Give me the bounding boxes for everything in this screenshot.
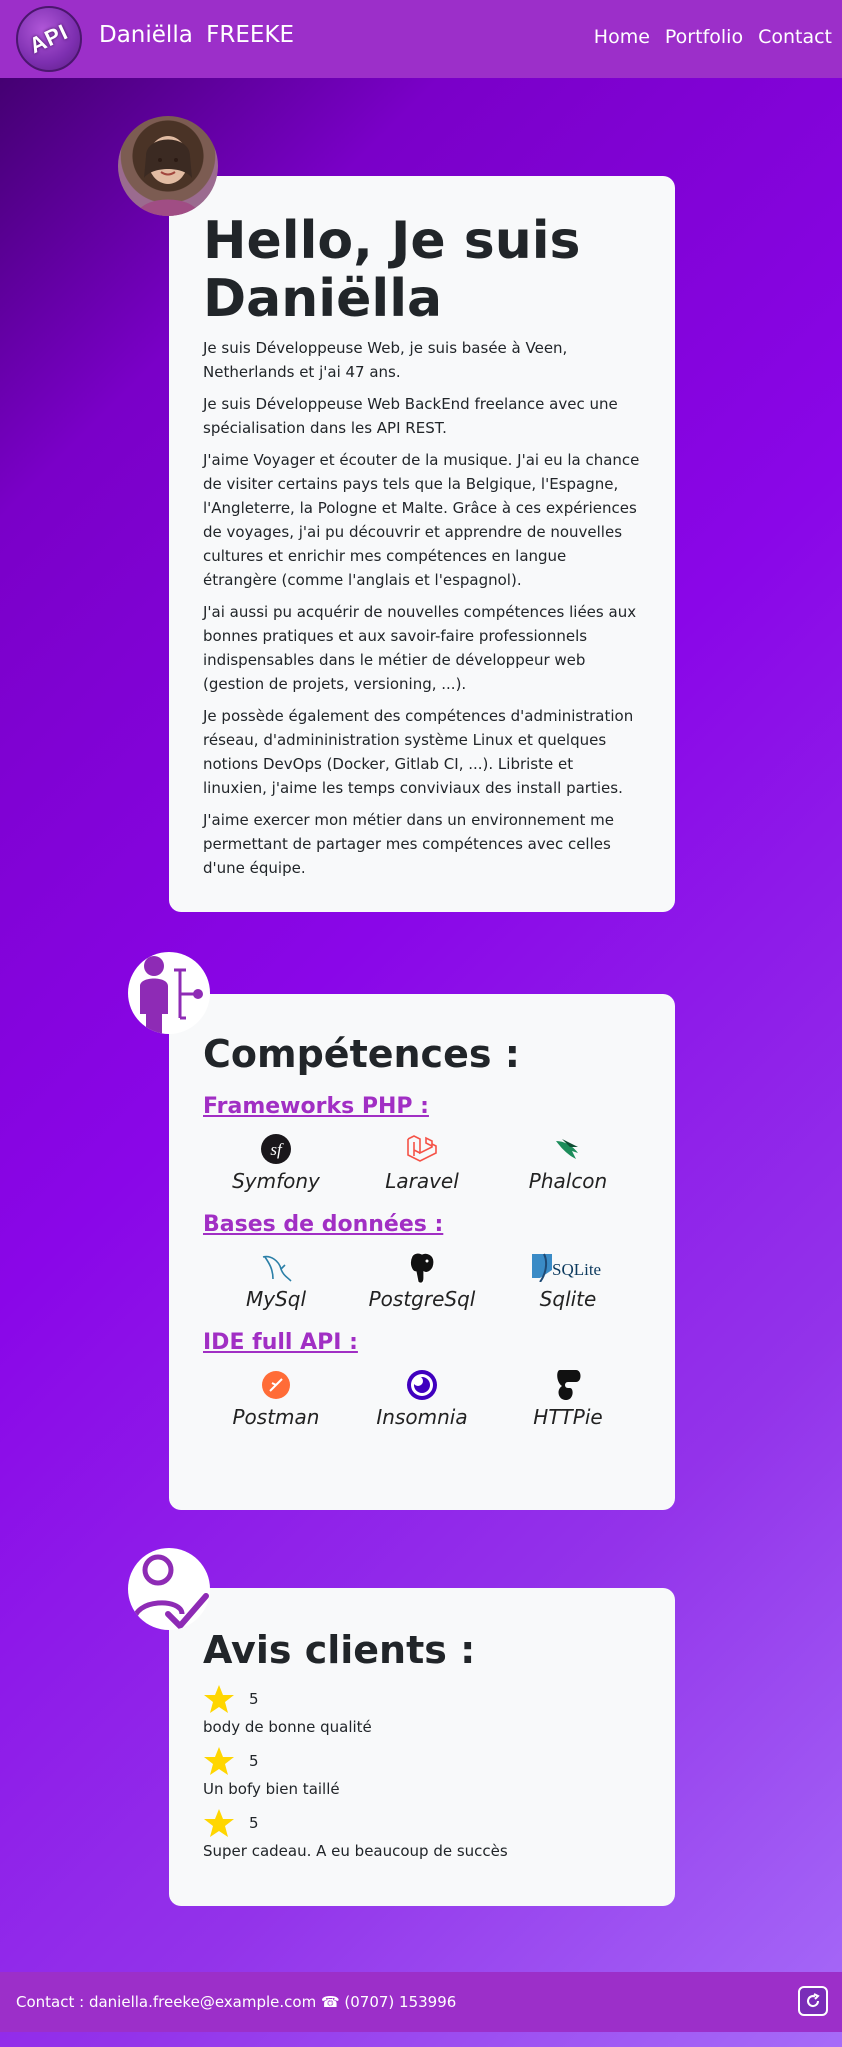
review-item: 5 Un bofy bien taillé	[203, 1744, 641, 1800]
skill-name: MySql	[245, 1287, 307, 1311]
skill-item: HTTPie	[495, 1368, 641, 1430]
skill-name: Insomnia	[376, 1405, 468, 1429]
navbar: API Daniëlla FREEKE Home Portfolio Conta…	[0, 0, 842, 78]
hero-title: Hello, Je suis Daniëlla	[203, 211, 581, 329]
skill-name: Sqlite	[539, 1287, 597, 1311]
profile-photo-graphic	[136, 136, 200, 216]
skill-item: Phalcon	[495, 1132, 641, 1194]
skills-group-title: IDE full API :	[203, 1330, 358, 1355]
review-item: 5 body de bonne qualité	[203, 1682, 641, 1738]
review-rating: 5	[249, 1752, 259, 1770]
skills-title: Compétences :	[203, 1032, 520, 1076]
skills-group-title: Bases de données :	[203, 1212, 444, 1237]
footer-contact[interactable]: Contact : daniella.freeke@example.com ☎ …	[16, 1993, 456, 2011]
skill-name: Phalcon	[528, 1169, 608, 1193]
review-text: Super cadeau. A eu beaucoup de succès	[203, 1842, 508, 1860]
org-chart-person-icon	[140, 956, 203, 1034]
nav-links: Home Portfolio Contact	[594, 26, 832, 48]
skill-item: Laravel	[349, 1132, 495, 1194]
review-text: body de bonne qualité	[203, 1718, 372, 1736]
star-icon	[204, 1809, 234, 1837]
refresh-button[interactable]	[798, 1986, 828, 2016]
laravel-icon	[405, 1132, 439, 1166]
skill-item: PostgreSql	[349, 1250, 495, 1312]
refresh-icon	[807, 1993, 820, 2008]
skill-item: SQLite Sqlite	[495, 1250, 641, 1312]
review-item: 5 Super cadeau. A eu beaucoup de succès	[203, 1806, 641, 1862]
about-paragraph: Je suis Développeuse Web, je suis basée …	[203, 339, 568, 381]
postgresql-icon	[406, 1250, 438, 1284]
nav-link-home[interactable]: Home	[594, 26, 650, 48]
skills-group-title: Frameworks PHP :	[203, 1094, 429, 1119]
skill-item: Insomnia	[349, 1368, 495, 1430]
star-icon	[204, 1747, 234, 1775]
about-paragraph: J'aime exercer mon métier dans un enviro…	[203, 811, 614, 877]
skills-row: Postman Insomnia HTTPie	[203, 1368, 641, 1438]
skill-name: Laravel	[385, 1169, 459, 1193]
review-rating: 5	[249, 1814, 259, 1832]
reviews-section-icon	[128, 1548, 210, 1630]
skills-row: sf Symfony Laravel Phalcon	[203, 1132, 641, 1202]
phalcon-icon	[552, 1132, 584, 1166]
skill-item: Postman	[203, 1368, 349, 1430]
footer: Contact : daniella.freeke@example.com ☎ …	[0, 1972, 842, 2032]
about-paragraph: Je possède également des compétences d'a…	[203, 707, 634, 797]
user-check-icon	[131, 1554, 209, 1630]
sqlite-icon: SQLite	[530, 1250, 606, 1284]
skill-item: MySql	[203, 1250, 349, 1312]
skill-name: Postman	[232, 1405, 320, 1429]
api-logo[interactable]: API	[16, 6, 82, 72]
skill-name: PostgreSql	[368, 1287, 476, 1311]
sqlite-logo-text: SQLite	[552, 1260, 602, 1279]
nav-link-contact[interactable]: Contact	[758, 26, 832, 48]
httpie-icon	[554, 1368, 582, 1402]
about-paragraph: Je suis Développeuse Web BackEnd freelan…	[203, 395, 618, 437]
mysql-icon	[259, 1250, 293, 1284]
skill-name: HTTPie	[533, 1405, 603, 1429]
skills-row: MySql PostgreSql SQLite Sqlite	[203, 1250, 641, 1320]
skills-section-icon	[128, 952, 210, 1034]
api-logo-text: API	[25, 18, 73, 59]
brand-name[interactable]: Daniëlla FREEKE	[99, 22, 294, 48]
skill-name: Symfony	[232, 1169, 320, 1193]
symfony-icon: sf	[260, 1132, 292, 1166]
skill-item: sf Symfony	[203, 1132, 349, 1194]
review-rating: 5	[249, 1690, 259, 1708]
nav-link-portfolio[interactable]: Portfolio	[665, 26, 743, 48]
reviews-title: Avis clients :	[203, 1628, 476, 1672]
about-card: Hello, Je suis Daniëlla Je suis Développ…	[169, 176, 675, 912]
star-icon	[204, 1685, 234, 1713]
postman-icon	[261, 1368, 291, 1402]
about-paragraph: J'ai aussi pu acquérir de nouvelles comp…	[203, 603, 637, 693]
profile-photo	[118, 116, 218, 216]
insomnia-icon	[406, 1368, 438, 1402]
skills-card: Compétences : Frameworks PHP : sf Symfon…	[169, 994, 675, 1510]
reviews-card: Avis clients : 5 body de bonne qualité 5…	[169, 1588, 675, 1906]
about-paragraph: J'aime Voyager et écouter de la musique.…	[203, 451, 640, 589]
review-text: Un bofy bien taillé	[203, 1780, 340, 1798]
